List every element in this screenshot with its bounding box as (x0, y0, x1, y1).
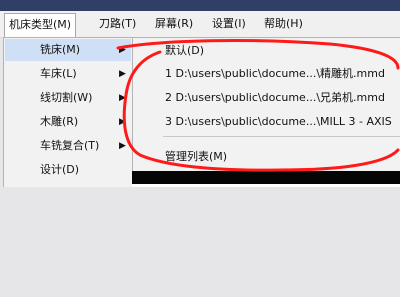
mill-submenu: 默认(D) 1 D:\users\public\docume...\精雕机.mm… (132, 37, 400, 173)
menu-item-design-label: 设计(D) (40, 163, 80, 176)
menu-machine-type[interactable]: 机床类型(M) (4, 13, 77, 38)
menu-item-turn-mill[interactable]: 车铣复合(T) ▶ (5, 135, 131, 157)
submenu-arrow-icon: ▶ (119, 93, 126, 103)
menu-item-wire-cut-label: 线切割(W) (40, 91, 93, 104)
menu-screen[interactable]: 屏幕(R) (151, 14, 197, 34)
submenu-default[interactable]: 默认(D) (165, 40, 204, 62)
menu-item-turn-mill-label: 车铣复合(T) (40, 139, 100, 152)
menu-item-lathe[interactable]: 车床(L) ▶ (5, 63, 131, 85)
menu-item-wood-carving[interactable]: 木雕(R) ▶ (5, 111, 131, 133)
workspace-background (0, 187, 400, 297)
submenu-arrow-icon: ▶ (119, 45, 126, 55)
submenu-recent-1[interactable]: 1 D:\users\public\docume...\精雕机.mmd (165, 63, 385, 85)
menu-item-wire-cut[interactable]: 线切割(W) ▶ (5, 87, 131, 109)
submenu-arrow-icon: ▶ (119, 141, 126, 151)
canvas-dark-strip (132, 171, 400, 184)
submenu-arrow-icon: ▶ (119, 117, 126, 127)
submenu-recent-3[interactable]: 3 D:\users\public\docume...\MILL 3 - AXI… (165, 111, 392, 133)
menu-help[interactable]: 帮助(H) (260, 14, 307, 34)
submenu-divider (163, 136, 400, 137)
submenu-manage-list[interactable]: 管理列表(M) (165, 146, 227, 168)
submenu-recent-2[interactable]: 2 D:\users\public\docume...\兄弟机.mmd (165, 87, 385, 109)
menu-item-mill-label: 铣床(M) (40, 43, 81, 56)
submenu-arrow-icon: ▶ (119, 69, 126, 79)
menu-bar: 机床类型(M) 刀路(T) 屏幕(R) 设置(I) 帮助(H) (0, 11, 400, 38)
menu-item-wood-carving-label: 木雕(R) (40, 115, 79, 128)
menu-item-lathe-label: 车床(L) (40, 67, 77, 80)
menu-item-mill[interactable]: 铣床(M) ▶ (5, 39, 131, 61)
menu-item-design[interactable]: 设计(D) (5, 159, 131, 181)
window-top-strip (0, 0, 400, 11)
menu-toolpath[interactable]: 刀路(T) (95, 14, 140, 34)
menu-settings[interactable]: 设置(I) (208, 14, 250, 34)
machine-type-dropdown: 铣床(M) ▶ 车床(L) ▶ 线切割(W) ▶ 木雕(R) ▶ 车铣复合(T)… (3, 37, 133, 189)
